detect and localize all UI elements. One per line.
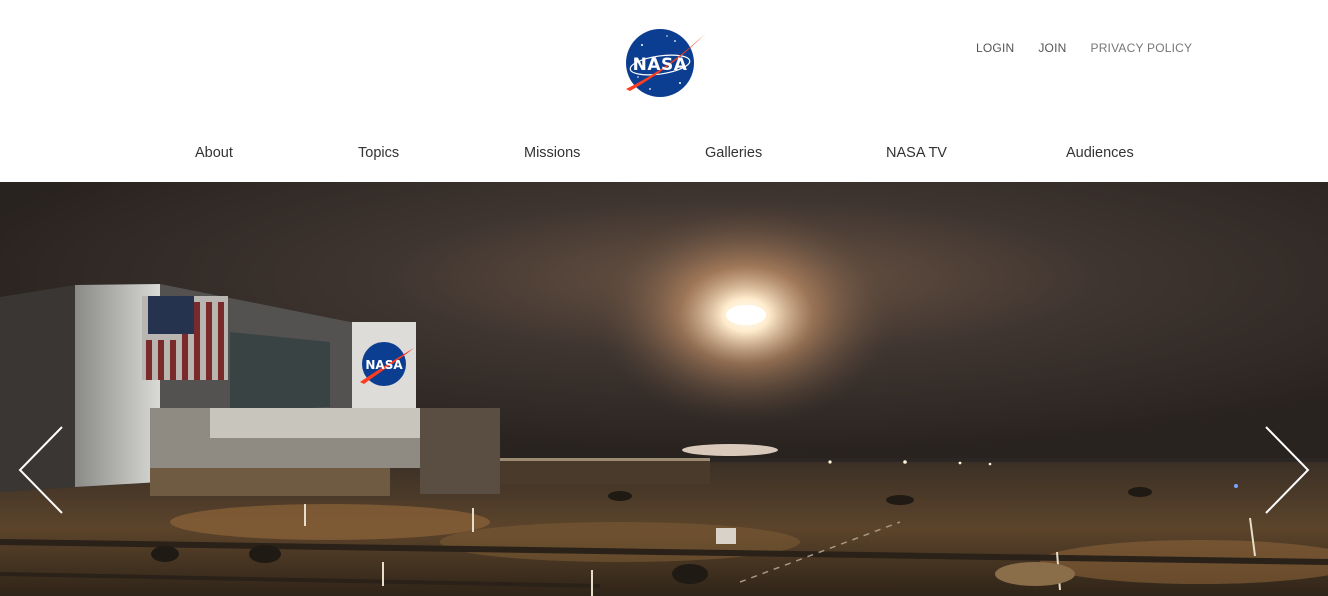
- main-nav: About Topics Missions Galleries NASA TV …: [0, 145, 1328, 167]
- utility-links: LOGIN JOIN PRIVACY POLICY: [976, 41, 1192, 55]
- nav-item-nasa-tv[interactable]: NASA TV: [886, 145, 947, 161]
- building-logo-text: NASA: [365, 358, 403, 372]
- chevron-left-icon: [18, 426, 63, 514]
- nasa-meatball-logo-icon: NASA: [626, 29, 706, 97]
- nav-item-about[interactable]: About: [195, 145, 233, 161]
- site-header: NASA LOGIN JOIN PRIVACY POLICY About Top…: [0, 0, 1328, 182]
- nav-item-topics[interactable]: Topics: [358, 145, 399, 161]
- carousel-prev-button[interactable]: [18, 426, 64, 514]
- hero-image: NASA: [0, 182, 1328, 596]
- building-flag: [142, 296, 228, 380]
- nasa-logo[interactable]: NASA: [620, 27, 708, 101]
- privacy-policy-link[interactable]: PRIVACY POLICY: [1090, 41, 1192, 55]
- login-link[interactable]: LOGIN: [976, 41, 1014, 55]
- nav-item-galleries[interactable]: Galleries: [705, 145, 762, 161]
- carousel-next-button[interactable]: [1264, 426, 1310, 514]
- nav-item-audiences[interactable]: Audiences: [1066, 145, 1134, 161]
- join-link[interactable]: JOIN: [1038, 41, 1066, 55]
- chevron-right-icon: [1265, 426, 1310, 514]
- logo-wordmark: NASA: [633, 55, 688, 75]
- nav-item-missions[interactable]: Missions: [524, 145, 580, 161]
- hero-carousel: NASA: [0, 182, 1328, 596]
